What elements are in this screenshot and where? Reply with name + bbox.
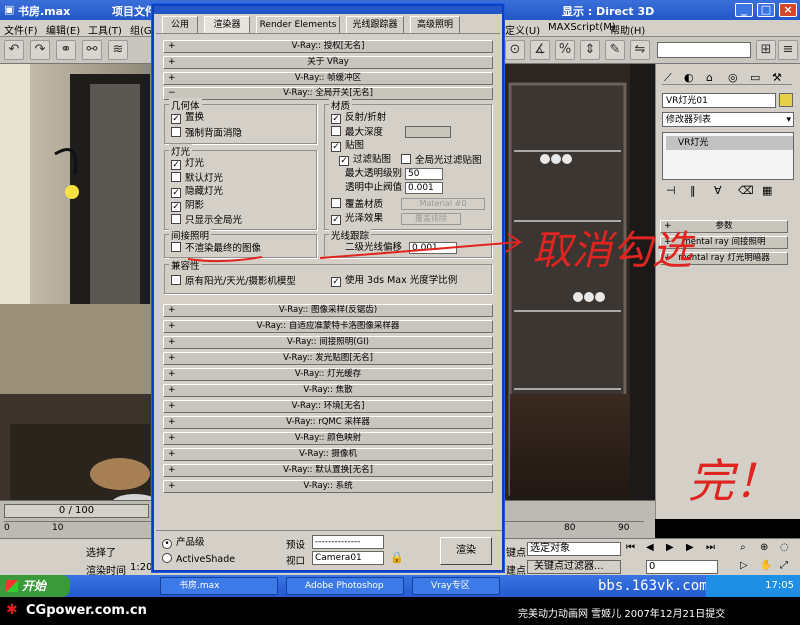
cgpower-star-icon: ✱ <box>6 602 18 618</box>
start-label: 开始 <box>22 579 47 593</box>
system-tray: 17:05 <box>706 575 800 597</box>
taskbar-label: 书房.max <box>179 581 220 591</box>
underline-mark <box>187 256 263 263</box>
taskbar: 开始 书房.max Adobe Photoshop Vray专区 bbs.163… <box>0 575 800 597</box>
taskbar-max-window[interactable]: 书房.max <box>160 577 278 595</box>
submission-credit: 完美动力动画网 雪姬儿 2007年12月21日提交 <box>518 609 726 620</box>
windows-logo-icon <box>6 580 18 592</box>
clock[interactable]: 17:05 <box>765 580 794 591</box>
annotation-cancel-text: 取消勾选 <box>532 228 692 274</box>
taskbar-label: Adobe Photoshop <box>305 581 384 591</box>
taskbar-label: Vray专区 <box>431 581 470 591</box>
cgpower-logo: CGpower.com.cn <box>26 603 147 618</box>
watermark-url: bbs.163vk.com <box>598 578 708 594</box>
arrow-mark <box>319 233 523 259</box>
footer-strip: ✱ CGpower.com.cn 完美动力动画网 雪姬儿 2007年12月21日… <box>0 597 800 625</box>
taskbar-vray-window[interactable]: Vray专区 <box>412 577 500 595</box>
annotation-done-text: 完！ <box>688 454 780 508</box>
annotation-layer <box>187 233 523 263</box>
taskbar-photoshop-window[interactable]: Adobe Photoshop <box>286 577 404 595</box>
